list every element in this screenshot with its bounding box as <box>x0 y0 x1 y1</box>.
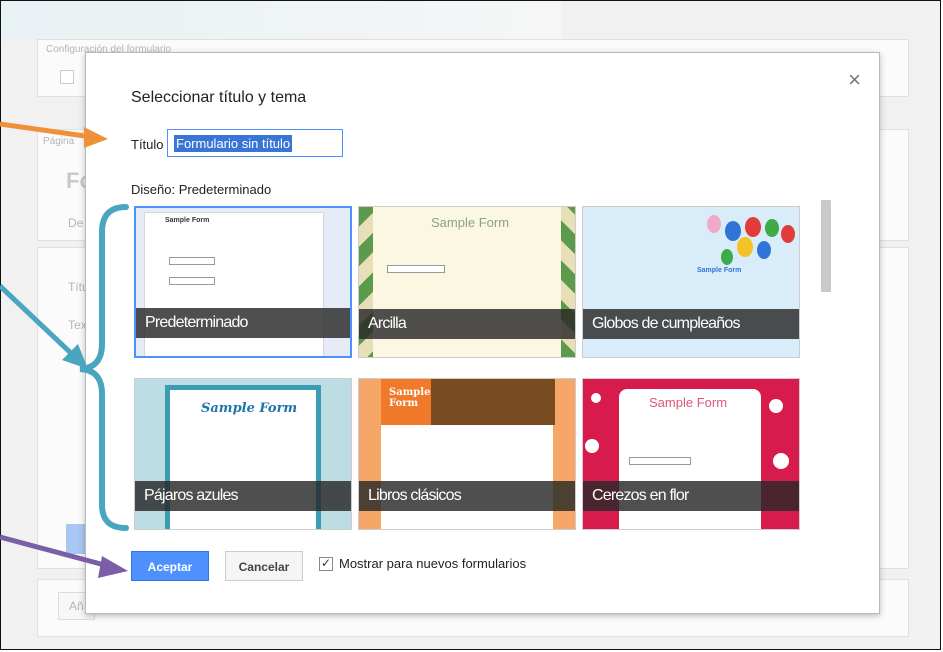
teal-brace-icon <box>79 204 129 531</box>
orange-arrow-icon <box>0 121 108 148</box>
purple-arrow-icon <box>0 534 128 578</box>
tutorial-annotations <box>0 121 129 578</box>
teal-arrow-icon <box>0 284 88 369</box>
